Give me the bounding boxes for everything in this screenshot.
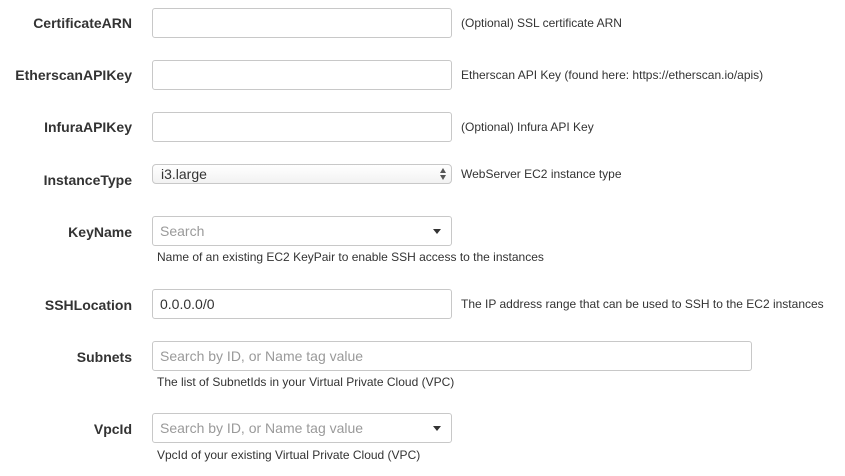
- vpc-id-label: VpcId: [93, 421, 132, 437]
- key-name-hint: Name of an existing EC2 KeyPair to enabl…: [157, 250, 544, 264]
- etherscan-api-key-input[interactable]: [152, 60, 452, 90]
- infura-api-key-input[interactable]: [152, 112, 452, 142]
- certificate-arn-label: CertificateARN: [33, 15, 132, 31]
- infura-api-key-label: InfuraAPIKey: [44, 119, 132, 135]
- parameters-form: CertificateARN (Optional) SSL certificat…: [0, 0, 845, 476]
- subnets-label: Subnets: [76, 349, 132, 365]
- subnets-placeholder: Search by ID, or Name tag value: [160, 348, 364, 364]
- instance-type-label: InstanceType: [43, 172, 132, 188]
- subnets-hint: The list of SubnetIds in your Virtual Pr…: [157, 375, 455, 389]
- chevron-down-icon: [433, 426, 441, 431]
- key-name-placeholder: Search: [160, 223, 205, 239]
- certificate-arn-hint: (Optional) SSL certificate ARN: [461, 16, 622, 30]
- instance-type-hint: WebServer EC2 instance type: [461, 167, 622, 181]
- etherscan-api-key-label: EtherscanAPIKey: [15, 67, 132, 83]
- vpc-id-hint: VpcId of your existing Virtual Private C…: [157, 448, 421, 462]
- infura-api-key-hint: (Optional) Infura API Key: [461, 120, 594, 134]
- ssh-location-value: 0.0.0.0/0: [160, 296, 215, 312]
- key-name-label: KeyName: [68, 224, 132, 240]
- instance-type-select[interactable]: i3.large: [152, 164, 452, 184]
- ssh-location-input[interactable]: 0.0.0.0/0: [152, 289, 452, 319]
- instance-type-value: i3.large: [161, 166, 207, 182]
- certificate-arn-input[interactable]: [152, 8, 452, 38]
- vpc-id-placeholder: Search by ID, or Name tag value: [160, 420, 364, 436]
- ssh-location-label: SSHLocation: [44, 297, 132, 313]
- subnets-input[interactable]: Search by ID, or Name tag value: [152, 341, 752, 371]
- key-name-select[interactable]: Search: [152, 216, 452, 246]
- etherscan-api-key-hint: Etherscan API Key (found here: https://e…: [461, 68, 764, 82]
- vpc-id-select[interactable]: Search by ID, or Name tag value: [152, 413, 452, 443]
- chevron-down-icon: [433, 229, 441, 234]
- updown-arrows-icon: [440, 167, 448, 181]
- ssh-location-hint: The IP address range that can be used to…: [461, 297, 824, 311]
